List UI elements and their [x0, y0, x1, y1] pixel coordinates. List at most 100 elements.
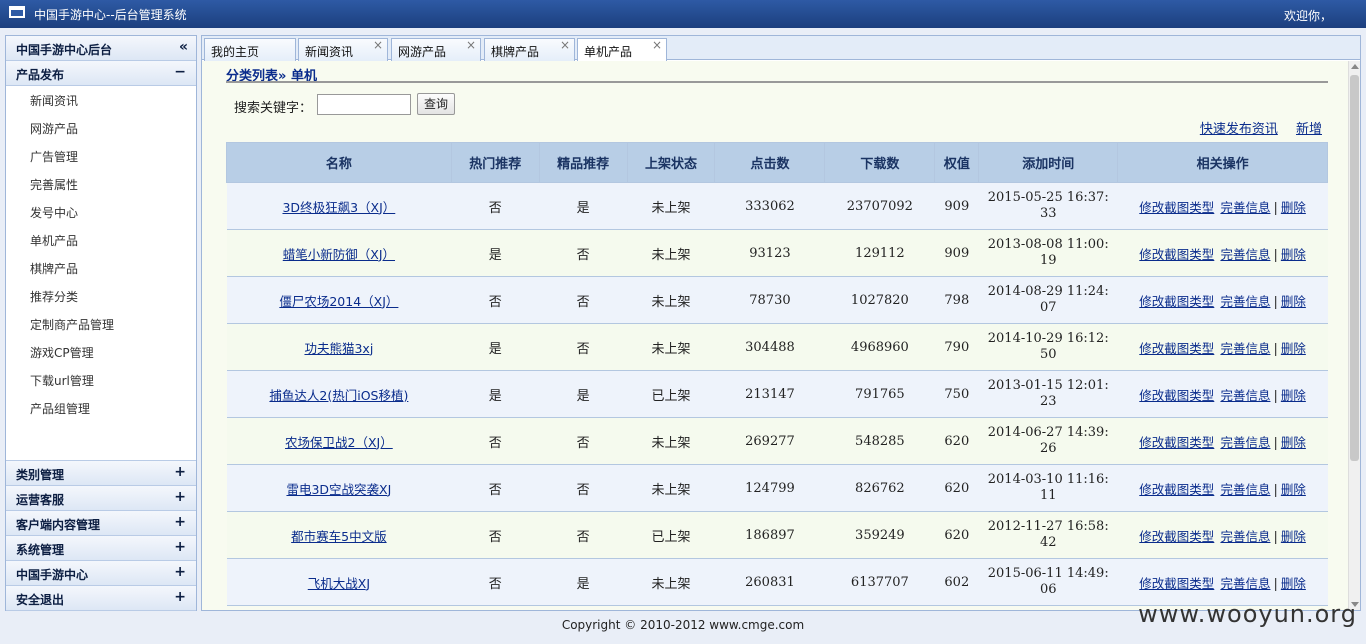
minus-icon[interactable]: −	[174, 64, 186, 80]
col-header-time[interactable]: 添加时间	[978, 142, 1119, 183]
search-button[interactable]: 查询	[417, 93, 455, 115]
product-name-link[interactable]: 3D终极狂飙3（XJ）	[282, 200, 395, 215]
edit-screenshot-type-link[interactable]: 修改截图类型	[1139, 200, 1214, 215]
delete-link[interactable]: 删除	[1281, 294, 1306, 309]
plus-icon[interactable]: +	[174, 464, 186, 480]
sidebar-item-download-url[interactable]: 下载url管理	[6, 367, 196, 395]
col-header-fine[interactable]: 精品推荐	[538, 142, 628, 183]
scroll-up-arrow-icon[interactable]	[1351, 64, 1359, 69]
tab-online-games[interactable]: 网游产品 ×	[391, 38, 481, 61]
collapse-sidebar-icon[interactable]: «	[179, 39, 188, 55]
sidebar-item-codes[interactable]: 发号中心	[6, 199, 196, 227]
vertical-scrollbar[interactable]	[1348, 61, 1360, 610]
complete-info-link[interactable]: 完善信息	[1220, 247, 1270, 262]
section-logout[interactable]: 安全退出 +	[6, 586, 196, 611]
tab-news[interactable]: 新闻资讯 ×	[298, 38, 388, 61]
plus-icon[interactable]: +	[174, 489, 186, 505]
close-icon[interactable]: ×	[466, 38, 476, 52]
delete-link[interactable]: 删除	[1281, 482, 1306, 497]
delete-link[interactable]: 删除	[1281, 388, 1306, 403]
actions-cell: 修改截图类型 完善信息 | 删除	[1117, 558, 1328, 606]
actions-cell: 修改截图类型 完善信息 | 删除	[1117, 276, 1328, 324]
plus-icon[interactable]: +	[174, 539, 186, 555]
tab-home[interactable]: 我的主页	[204, 38, 296, 61]
delete-link[interactable]: 删除	[1281, 435, 1306, 450]
search-input[interactable]	[317, 94, 411, 115]
complete-info-link[interactable]: 完善信息	[1220, 388, 1270, 403]
edit-screenshot-type-link[interactable]: 修改截图类型	[1139, 529, 1214, 544]
complete-info-link[interactable]: 完善信息	[1220, 341, 1270, 356]
sidebar-item-online-games[interactable]: 网游产品	[6, 115, 196, 143]
sidebar-item-news[interactable]: 新闻资讯	[6, 87, 196, 115]
clicks-cell: 333062	[714, 182, 825, 230]
col-header-actions: 相关操作	[1117, 142, 1328, 183]
section-center[interactable]: 中国手游中心 +	[6, 561, 196, 586]
col-header-clicks[interactable]: 点击数	[714, 142, 826, 183]
edit-screenshot-type-link[interactable]: 修改截图类型	[1139, 388, 1214, 403]
product-name-link[interactable]: 功夫熊猫3xj	[304, 341, 373, 356]
product-name-link[interactable]: 飞机大战XJ	[308, 576, 370, 591]
scrollbar-thumb[interactable]	[1350, 75, 1359, 461]
edit-screenshot-type-link[interactable]: 修改截图类型	[1139, 576, 1214, 591]
close-icon[interactable]: ×	[560, 38, 570, 52]
plus-icon[interactable]: +	[174, 514, 186, 530]
col-header-name[interactable]: 名称	[226, 142, 452, 183]
complete-info-link[interactable]: 完善信息	[1220, 482, 1270, 497]
hot-cell: 否	[451, 511, 540, 559]
plus-icon[interactable]: +	[174, 564, 186, 580]
tab-single-player[interactable]: 单机产品 ×	[577, 38, 667, 62]
section-system[interactable]: 系统管理 +	[6, 536, 196, 561]
product-name-link[interactable]: 蜡笔小新防御（XJ）	[283, 247, 395, 262]
col-header-status[interactable]: 上架状态	[626, 142, 716, 183]
sidebar-item-recommend-category[interactable]: 推荐分类	[6, 283, 196, 311]
edit-screenshot-type-link[interactable]: 修改截图类型	[1139, 435, 1214, 450]
edit-screenshot-type-link[interactable]: 修改截图类型	[1139, 294, 1214, 309]
col-header-weight[interactable]: 权值	[934, 142, 980, 183]
clicks-cell: 260831	[714, 558, 825, 606]
sidebar-item-single-player[interactable]: 单机产品	[6, 227, 196, 255]
edit-screenshot-type-link[interactable]: 修改截图类型	[1139, 482, 1214, 497]
downloads-cell: 23707092	[824, 182, 935, 230]
section-operations[interactable]: 运营客服 +	[6, 486, 196, 511]
close-icon[interactable]: ×	[373, 38, 383, 52]
complete-info-link[interactable]: 完善信息	[1220, 576, 1270, 591]
edit-screenshot-type-link[interactable]: 修改截图类型	[1139, 247, 1214, 262]
hot-cell: 是	[451, 370, 540, 418]
complete-info-link[interactable]: 完善信息	[1220, 435, 1270, 450]
sidebar-item-attributes[interactable]: 完善属性	[6, 171, 196, 199]
hot-cell: 否	[451, 558, 540, 606]
product-name-link[interactable]: 捕鱼达人2(热门iOS移植)	[269, 388, 408, 403]
delete-link[interactable]: 删除	[1281, 341, 1306, 356]
tab-board-games[interactable]: 棋牌产品 ×	[484, 38, 575, 61]
delete-link[interactable]: 删除	[1281, 576, 1306, 591]
time-cell: 2014-06-27 14:39:26	[978, 417, 1118, 465]
plus-icon[interactable]: +	[174, 589, 186, 605]
complete-info-link[interactable]: 完善信息	[1220, 200, 1270, 215]
section-product-publish[interactable]: 产品发布 −	[6, 61, 196, 86]
sidebar-item-cp[interactable]: 游戏CP管理	[6, 339, 196, 367]
sidebar-item-board-games[interactable]: 棋牌产品	[6, 255, 196, 283]
product-name-link[interactable]: 僵尸农场2014（XJ）	[279, 294, 398, 309]
close-icon[interactable]: ×	[652, 38, 662, 52]
add-new-link[interactable]: 新增	[1296, 122, 1322, 137]
product-name-link[interactable]: 都市赛车5中文版	[291, 529, 386, 544]
section-category[interactable]: 类别管理 +	[6, 461, 196, 486]
edit-screenshot-type-link[interactable]: 修改截图类型	[1139, 341, 1214, 356]
delete-link[interactable]: 删除	[1281, 200, 1306, 215]
delete-link[interactable]: 删除	[1281, 247, 1306, 262]
tab-label: 网游产品	[398, 45, 447, 59]
sidebar-item-product-group[interactable]: 产品组管理	[6, 395, 196, 423]
complete-info-link[interactable]: 完善信息	[1220, 529, 1270, 544]
col-header-downloads[interactable]: 下载数	[824, 142, 936, 183]
weight-cell: 620	[934, 417, 979, 465]
quick-publish-link[interactable]: 快速发布资讯	[1200, 122, 1278, 137]
actions-cell: 修改截图类型 完善信息 | 删除	[1117, 229, 1328, 277]
delete-link[interactable]: 删除	[1281, 529, 1306, 544]
product-name-link[interactable]: 农场保卫战2（XJ）	[285, 435, 393, 450]
product-name-link[interactable]: 雷电3D空战突袭XJ	[286, 482, 391, 497]
section-client-content[interactable]: 客户端内容管理 +	[6, 511, 196, 536]
sidebar-item-ads[interactable]: 广告管理	[6, 143, 196, 171]
col-header-hot[interactable]: 热门推荐	[450, 142, 540, 183]
complete-info-link[interactable]: 完善信息	[1220, 294, 1270, 309]
sidebar-item-custom-vendor[interactable]: 定制商产品管理	[6, 311, 196, 339]
